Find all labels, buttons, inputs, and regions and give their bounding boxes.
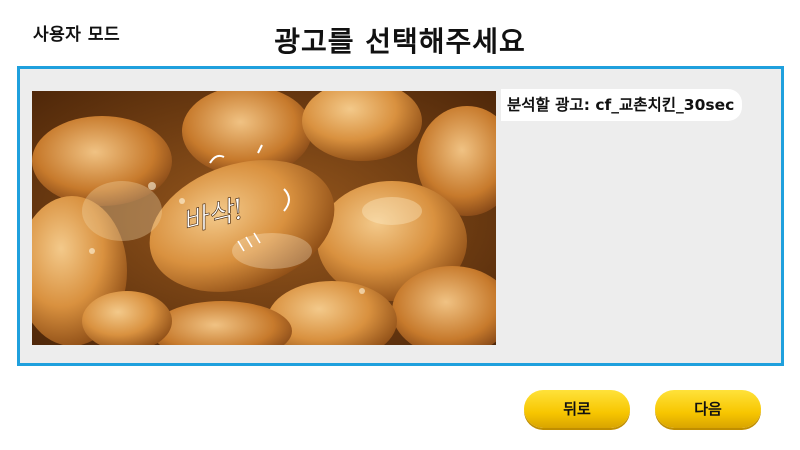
selected-ad-prefix: 분석할 광고: [507,96,590,114]
page-title: 광고를 선택해주세요 [274,25,526,58]
next-button[interactable]: 다음 [655,390,761,428]
fried-chicken-image: 바삭! [32,91,496,345]
selected-ad-label: 분석할 광고: cf_교촌치킨_30sec [501,89,743,121]
selected-ad-name: cf_교촌치킨_30sec [595,96,735,114]
ad-preview-panel: 바삭! 분석할 광고: cf_교촌치킨_30sec [17,66,784,366]
ad-thumbnail[interactable]: 바삭! [32,91,496,345]
back-button[interactable]: 뒤로 [524,390,630,428]
